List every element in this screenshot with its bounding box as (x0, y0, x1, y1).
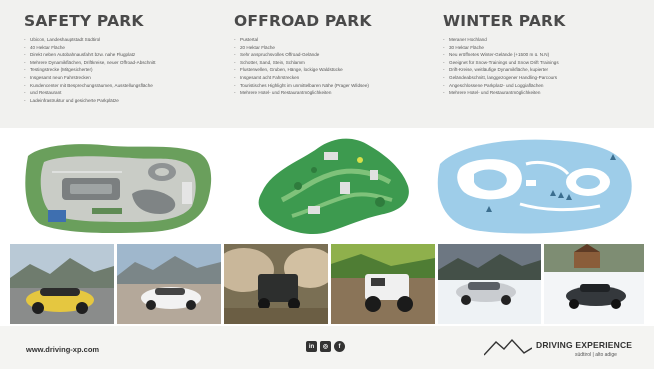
list-item: Geländeabschnitt, langgezogener Handling… (443, 74, 643, 82)
winter-park-features: Meraner Hochland 30 Hektar Fläche Neu er… (443, 36, 643, 97)
list-item: Insgesamt acht Fahrstrecken (234, 74, 434, 82)
winter-park-title: WINTER PARK (443, 12, 566, 30)
photo-offroad-mud (224, 244, 328, 324)
offroad-park-title: OFFROAD PARK (234, 12, 372, 30)
list-item: Insgesamt neun Fahrstrecken (24, 74, 224, 82)
safety-park-map (25, 144, 212, 234)
winter-park-map (437, 139, 632, 234)
offroad-park-map (258, 138, 409, 235)
list-item: Neu eröffnetes Winter-Gelände (+1500 m ü… (443, 51, 643, 59)
list-item: Ladeinfrastruktur und gesicherte Parkplä… (24, 97, 224, 105)
brand-name: DRIVING EXPERIENCE (536, 340, 633, 350)
photo-winter-drift-1 (438, 244, 541, 324)
list-item: und Restaurant (24, 89, 224, 97)
list-item: Drift-Kreise, weitläufige Dynamikfläche,… (443, 66, 643, 74)
list-item: 40 Hektar Fläche (24, 44, 224, 52)
safety-park-column: SAFETY PARK Ubicon, Landeshauptstadt Süd… (24, 12, 224, 104)
social-links: in ◎ f (306, 341, 345, 352)
photo-safety-porsche (10, 244, 114, 324)
offroad-park-column: OFFROAD PARK Pustertal 20 Hektar Fläche … (234, 12, 434, 97)
list-item: Pustertal (234, 36, 434, 44)
list-item: 30 Hektar Fläche (443, 44, 643, 52)
instagram-icon[interactable]: ◎ (320, 341, 331, 352)
brand-tagline: südtirol | alto adige (575, 352, 617, 358)
list-item: Direkt neben Autobahnausfahrt bzw. nahe … (24, 51, 224, 59)
list-item: Geeignet für Snow-Trainings und Snow Dri… (443, 59, 643, 67)
park-maps-row (0, 128, 654, 242)
list-item: Mehrere Hotel- und Restaurantmöglichkeit… (443, 89, 643, 97)
list-item: Sehr anspruchsvolles Offroad-Gelände (234, 51, 434, 59)
list-item: Testingstrecke (Mitgesicherter) (24, 66, 224, 74)
park-overview-header: SAFETY PARK Ubicon, Landeshauptstadt Süd… (0, 0, 654, 128)
list-item: Angeschlossene Parkplatz- und Loggiafläc… (443, 82, 643, 90)
list-item: Schotter, Sand, Stein, Schlamm (234, 59, 434, 67)
mountain-logo-icon (484, 338, 532, 356)
offroad-park-features: Pustertal 20 Hektar Fläche Sehr anspruch… (234, 36, 434, 97)
photo-winter-drift-2 (544, 244, 644, 324)
photo-strip (10, 244, 644, 324)
photo-safety-tesla (117, 244, 221, 324)
safety-park-title: SAFETY PARK (24, 12, 144, 30)
list-item: 20 Hektar Fläche (234, 44, 434, 52)
list-item: Mehrere Dynamikflächen, Driftkreise, neu… (24, 59, 224, 67)
list-item: Kundencenter mit Besprechungsräumen, Aus… (24, 82, 224, 90)
winter-park-column: WINTER PARK Meraner Hochland 30 Hektar F… (443, 12, 643, 97)
photo-offroad-jeep (331, 244, 435, 324)
linkedin-icon[interactable]: in (306, 341, 317, 352)
list-item: Meraner Hochland (443, 36, 643, 44)
list-item: Ubicon, Landeshauptstadt Südtirol (24, 36, 224, 44)
facebook-icon[interactable]: f (334, 341, 345, 352)
list-item: Touristisches Highlight im unmittelbaren… (234, 82, 434, 90)
website-link[interactable]: www.driving-xp.com (26, 345, 99, 354)
footer: www.driving-xp.com in ◎ f DRIVING EXPERI… (0, 326, 654, 369)
list-item: Flusterwellen, Gruben, Hänge, lockige Wa… (234, 66, 434, 74)
list-item: Mehrere Hotel- und Restaurantmöglichkeit… (234, 89, 434, 97)
safety-park-features: Ubicon, Landeshauptstadt Südtirol 40 Hek… (24, 36, 224, 104)
